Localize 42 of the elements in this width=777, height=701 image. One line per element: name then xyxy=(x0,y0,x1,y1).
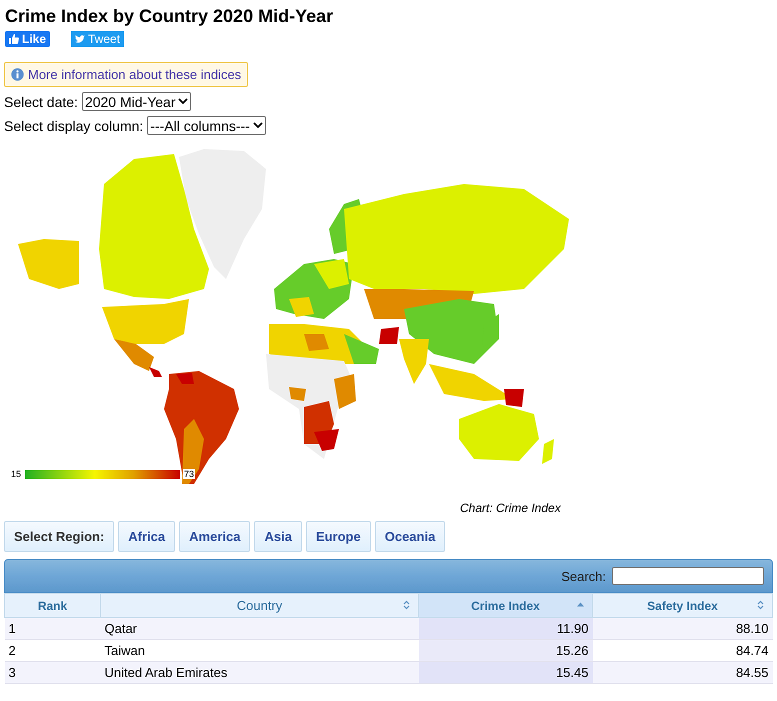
table-cell: 15.45 xyxy=(556,665,588,680)
search-label: Search: xyxy=(561,568,606,584)
table-cell: 15.26 xyxy=(556,643,588,658)
column-select-label: Select display column: xyxy=(4,118,144,134)
search-field[interactable] xyxy=(612,567,764,585)
column-dropdown[interactable]: ---All columns--- xyxy=(147,116,266,135)
table-cell: 2 xyxy=(8,643,16,658)
table-cell: Taiwan xyxy=(104,643,145,658)
table-cell: 88.10 xyxy=(736,621,768,636)
region-button[interactable]: America xyxy=(179,521,250,552)
region-button[interactable]: Asia xyxy=(254,521,302,552)
thumbs-up-icon xyxy=(9,34,19,44)
chart-caption: Chart: Crime Index xyxy=(460,501,561,515)
table-cell: 84.74 xyxy=(736,643,768,658)
like-button[interactable]: Like xyxy=(5,31,50,47)
page-title: Crime Index by Country 2020 Mid-Year xyxy=(5,6,334,27)
column-header[interactable]: Rank xyxy=(4,594,100,618)
table-cell: 3 xyxy=(8,665,16,680)
region-button[interactable]: Europe xyxy=(306,521,371,552)
region-button[interactable]: Africa xyxy=(118,521,176,552)
table-cell: Qatar xyxy=(104,621,138,636)
column-header[interactable]: Safety Index xyxy=(592,594,772,618)
table-cell: United Arab Emirates xyxy=(104,665,228,680)
date-dropdown[interactable]: 2020 Mid-Year xyxy=(82,92,192,111)
sort-icon xyxy=(403,600,410,610)
region-button[interactable]: Oceania xyxy=(374,521,446,552)
date-select-label: Select date: xyxy=(4,94,78,110)
table-cell: 1 xyxy=(8,621,16,636)
table-cell: 84.55 xyxy=(736,665,768,680)
column-header[interactable]: Crime Index xyxy=(418,594,592,618)
table-cell: 11.90 xyxy=(556,621,588,636)
legend-min-label: 15 xyxy=(10,469,22,479)
sort-ascending-icon xyxy=(577,602,584,607)
column-header[interactable]: Country xyxy=(100,594,418,618)
chevron-down-icon xyxy=(178,98,188,105)
info-link[interactable]: More information about these indices xyxy=(28,67,242,82)
chevron-down-icon xyxy=(252,122,263,129)
sort-icon xyxy=(757,600,764,610)
region-label: Select Region: xyxy=(4,521,114,552)
info-icon xyxy=(11,68,24,81)
legend-max-label: 73 xyxy=(183,469,196,479)
bird-icon xyxy=(75,34,86,44)
